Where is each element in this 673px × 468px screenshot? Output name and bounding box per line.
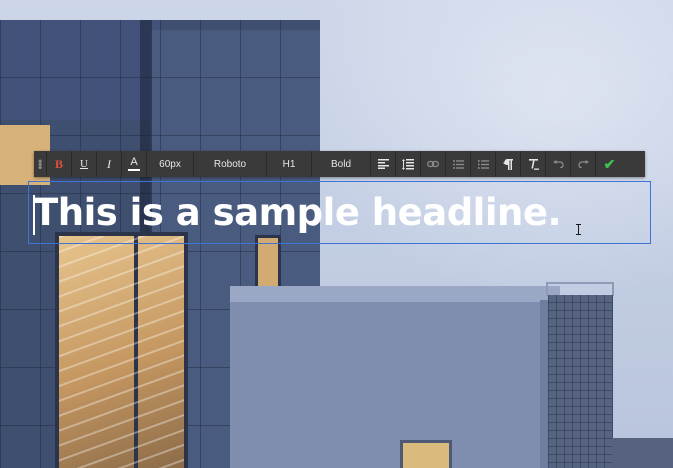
align-left-icon[interactable]: [371, 151, 396, 177]
checkmark-icon[interactable]: ✔: [596, 151, 623, 177]
building-middle-roof: [230, 286, 560, 302]
bold-button[interactable]: B: [47, 151, 72, 177]
line-height-icon[interactable]: [396, 151, 421, 177]
italic-button[interactable]: I: [97, 151, 122, 177]
building-middle-window: [400, 440, 452, 468]
tower-railing: [546, 282, 614, 296]
font-family-select[interactable]: Roboto: [194, 151, 267, 177]
font-weight-select[interactable]: Bold: [312, 151, 371, 177]
building-window-stairs: [55, 232, 188, 468]
heading-level-select[interactable]: H1: [267, 151, 312, 177]
font-size-select[interactable]: 60px: [147, 151, 194, 177]
sky: [280, 0, 673, 300]
text-color-button[interactable]: A: [122, 151, 147, 177]
redo-icon[interactable]: [571, 151, 596, 177]
building-middle: [230, 286, 560, 468]
building-tower: [548, 295, 613, 468]
numbered-list-icon[interactable]: [471, 151, 496, 177]
undo-icon[interactable]: [546, 151, 571, 177]
headline-text[interactable]: This is a sample headline.: [33, 188, 562, 238]
building-far: [612, 438, 673, 468]
text-color-swatch: [128, 169, 140, 171]
ibeam-cursor-icon: [576, 224, 581, 235]
text-format-toolbar: ••• B U I A 60px Roboto H1 Bold ✔: [33, 151, 645, 177]
drag-handle-icon[interactable]: •••: [33, 151, 47, 177]
link-icon[interactable]: [421, 151, 446, 177]
paragraph-icon[interactable]: [496, 151, 521, 177]
bullet-list-icon[interactable]: [446, 151, 471, 177]
text-caret: [33, 195, 35, 235]
text-color-label: A: [130, 156, 138, 168]
clear-format-icon[interactable]: [521, 151, 546, 177]
underline-button[interactable]: U: [72, 151, 97, 177]
